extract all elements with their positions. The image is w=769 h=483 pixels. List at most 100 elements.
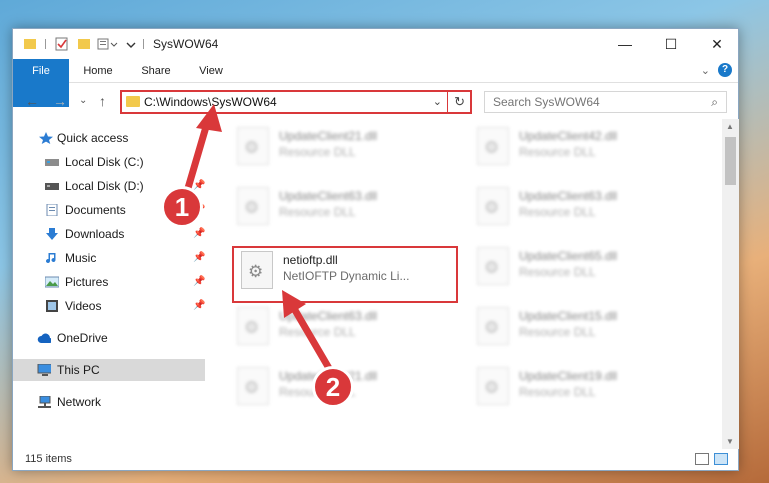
- address-bar[interactable]: C:\Windows\SysWOW64 ⌄ ↻: [120, 90, 472, 114]
- file-item[interactable]: ⚙ UpdateClient65.dll Resource DLL: [471, 243, 691, 291]
- dll-file-icon: ⚙: [477, 307, 509, 345]
- sidebar-item-label: Quick access: [57, 131, 129, 145]
- sidebar-item-label: Pictures: [65, 275, 109, 289]
- file-name: UpdateClient63.dll: [279, 189, 378, 203]
- properties-icon[interactable]: [55, 36, 69, 52]
- file-item[interactable]: ⚙ UpdateClient19.dll Resource DLL: [471, 363, 691, 411]
- scroll-down-icon[interactable]: ▼: [726, 437, 734, 446]
- download-icon: [46, 228, 58, 240]
- tab-home[interactable]: Home: [73, 59, 123, 83]
- sidebar-item-label: This PC: [57, 363, 100, 377]
- address-divider: [447, 92, 448, 112]
- address-dropdown-icon[interactable]: ⌄: [433, 95, 442, 108]
- sidebar-item-local-disk-c[interactable]: Local Disk (C:): [13, 151, 205, 173]
- refresh-icon[interactable]: ↻: [454, 94, 465, 110]
- pictures-icon: [45, 276, 59, 288]
- vertical-scrollbar[interactable]: ▲ ▼: [722, 119, 739, 449]
- search-input[interactable]: [485, 92, 695, 112]
- folder-icon: [126, 96, 140, 107]
- sidebar-item-label: Local Disk (C:): [65, 155, 144, 169]
- title-bar: SysWOW64 — ☐ ✕: [13, 29, 738, 59]
- search-box[interactable]: ⌕: [484, 91, 727, 113]
- window-title: SysWOW64: [153, 37, 219, 51]
- sidebar-item-network[interactable]: Network: [13, 391, 205, 413]
- sidebar-item-label: Documents: [65, 203, 126, 217]
- dll-file-icon: ⚙: [477, 187, 509, 225]
- file-item[interactable]: ⚙ UpdateClient63.dll Resource DLL: [231, 303, 451, 351]
- pin-icon[interactable]: 📌: [193, 247, 205, 269]
- documents-icon: [46, 204, 58, 216]
- dll-file-icon: ⚙: [237, 187, 269, 225]
- file-type: Resource DLL: [279, 325, 356, 339]
- maximize-button[interactable]: ☐: [648, 29, 694, 59]
- file-type: Resource DLL: [519, 145, 596, 159]
- ribbon: File Home Share View ⌄ ?: [13, 59, 738, 107]
- drive-icon: [45, 183, 59, 190]
- help-icon[interactable]: ?: [718, 63, 732, 77]
- file-item[interactable]: ⚙ UpdateClient42.dll Resource DLL: [471, 123, 691, 171]
- scroll-up-icon[interactable]: ▲: [726, 122, 734, 131]
- music-icon: [46, 253, 56, 264]
- dll-file-icon: ⚙: [477, 247, 509, 285]
- navigation-pane: Quick access Local Disk (C:) Local Disk …: [13, 119, 205, 449]
- file-name: UpdateClient19.dll: [519, 369, 618, 383]
- item-count: 115 items: [25, 453, 72, 465]
- navigation-bar: ← → ⌄ ↑ C:\Windows\SysWOW64 ⌄ ↻ ⌕: [13, 85, 738, 117]
- file-item[interactable]: ⚙ UpdateClient63.dll Resource DLL: [231, 183, 451, 231]
- file-item[interactable]: ⚙ UpdateClient21.dll Resource DLL: [231, 123, 451, 171]
- file-type: Resource DLL: [279, 145, 356, 159]
- recent-locations-button[interactable]: ⌄: [79, 95, 87, 106]
- separator-icon: [45, 39, 46, 49]
- up-button[interactable]: ↑: [99, 93, 106, 109]
- sidebar-item-videos[interactable]: Videos 📌: [13, 295, 205, 317]
- status-bar: 115 items: [13, 450, 738, 470]
- dll-file-icon: ⚙: [237, 367, 269, 405]
- customize-toolbar-icon[interactable]: [97, 36, 119, 52]
- network-icon: [38, 396, 51, 408]
- dll-file-icon: ⚙: [477, 127, 509, 165]
- minimize-button[interactable]: —: [602, 29, 648, 59]
- scrollbar-thumb[interactable]: [725, 137, 736, 185]
- sidebar-item-label: Downloads: [65, 227, 125, 241]
- step-badge-2: 2: [312, 366, 354, 408]
- pin-icon[interactable]: 📌: [193, 271, 205, 293]
- explorer-window: SysWOW64 — ☐ ✕ File Home Share View ⌄ ? …: [12, 28, 739, 471]
- sidebar-item-quick-access[interactable]: Quick access: [13, 127, 205, 149]
- sidebar-item-onedrive[interactable]: OneDrive: [13, 327, 205, 349]
- separator-icon: [143, 39, 144, 49]
- sidebar-item-this-pc[interactable]: This PC: [13, 359, 205, 381]
- new-folder-icon[interactable]: [77, 36, 91, 52]
- pin-icon[interactable]: 📌: [193, 223, 205, 245]
- large-icons-view-icon[interactable]: [714, 453, 728, 465]
- file-type: Resource DLL: [279, 205, 356, 219]
- sidebar-item-label: Videos: [65, 299, 102, 313]
- quick-access-dropdown-icon[interactable]: [125, 36, 137, 52]
- file-item[interactable]: ⚙ UpdateClient63.dll Resource DLL: [471, 183, 691, 231]
- file-name: UpdateClient65.dll: [519, 249, 618, 263]
- drive-icon: [45, 159, 59, 166]
- dll-file-icon: ⚙: [237, 307, 269, 345]
- file-type: Resource DLL: [519, 325, 596, 339]
- file-item[interactable]: ⚙ UpdateClient15.dll Resource DLL: [471, 303, 691, 351]
- sidebar-item-label: Music: [65, 251, 97, 265]
- folder-icon: [24, 39, 36, 49]
- address-path[interactable]: C:\Windows\SysWOW64: [144, 95, 277, 109]
- file-name: UpdateClient21.dll: [279, 129, 378, 143]
- details-view-icon[interactable]: [695, 453, 709, 465]
- step-badge-1: 1: [161, 186, 203, 228]
- tab-share[interactable]: Share: [131, 59, 181, 83]
- sidebar-item-label: Network: [57, 395, 102, 409]
- back-button[interactable]: ←: [25, 93, 39, 109]
- forward-button[interactable]: →: [53, 93, 67, 109]
- file-type: Resource DLL: [519, 265, 596, 279]
- cloud-icon: [37, 333, 51, 343]
- tab-view[interactable]: View: [189, 59, 233, 83]
- close-button[interactable]: ✕: [694, 29, 740, 59]
- expand-ribbon-icon[interactable]: ⌄: [701, 64, 710, 77]
- sidebar-item-pictures[interactable]: Pictures 📌: [13, 271, 205, 293]
- file-name: UpdateClient63.dll: [279, 309, 378, 323]
- sidebar-item-music[interactable]: Music 📌: [13, 247, 205, 269]
- file-type: Resource DLL: [519, 385, 596, 399]
- search-icon[interactable]: ⌕: [711, 95, 718, 110]
- pin-icon[interactable]: 📌: [193, 295, 205, 317]
